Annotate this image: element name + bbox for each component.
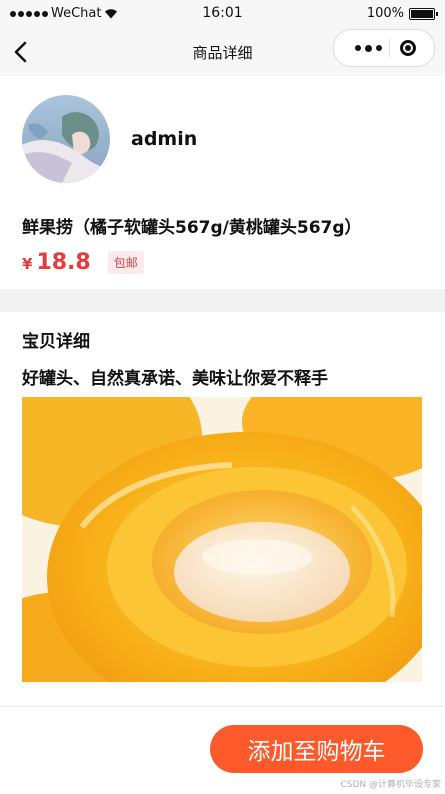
product-title: 鲜果捞（橘子软罐头567g/黄桃罐头567g）	[22, 218, 362, 238]
target-icon	[400, 40, 416, 56]
add-to-cart-button[interactable]: 添加至购物车	[210, 725, 423, 773]
section-divider	[0, 289, 445, 312]
product-price: ¥18.8	[22, 250, 91, 275]
product-image	[22, 397, 422, 682]
footer-divider	[0, 706, 445, 707]
price-row: ¥18.8 包邮	[22, 250, 144, 275]
watermark: CSDN @计算机毕设专家	[340, 780, 441, 790]
avatar	[22, 95, 110, 183]
product-description: 好罐头、自然真承诺、美味让你爱不释手	[22, 369, 328, 389]
shipping-badge: 包邮	[107, 251, 144, 274]
status-bar: WeChat 16:01 100%	[0, 0, 445, 28]
close-mini-program-button[interactable]	[390, 30, 426, 66]
mini-program-capsule	[333, 29, 435, 67]
currency-symbol: ¥	[22, 255, 33, 273]
more-menu-button[interactable]	[346, 30, 390, 66]
battery-label: 100%	[366, 6, 404, 21]
battery-icon	[409, 7, 438, 20]
details-heading: 宝贝详细	[22, 332, 90, 352]
price-value: 18.8	[36, 250, 91, 275]
seller-name: admin	[131, 128, 198, 150]
battery-status: 100%	[366, 6, 438, 21]
nav-bar: 商品详细	[0, 28, 445, 76]
